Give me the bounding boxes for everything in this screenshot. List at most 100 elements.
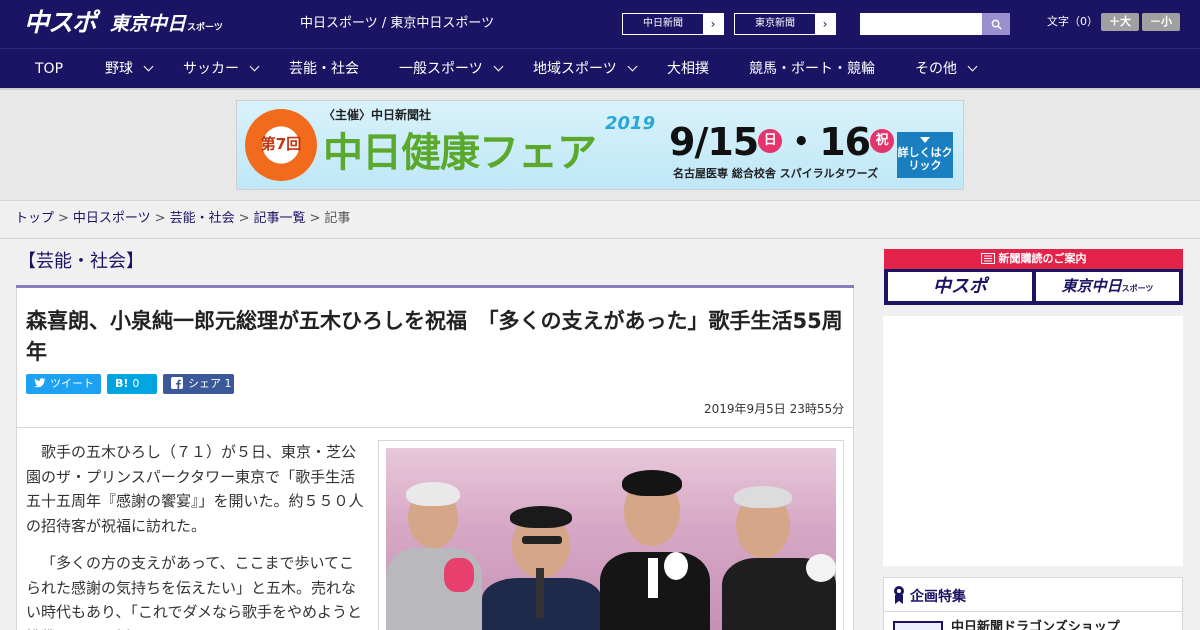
subscribe-chuspo-button[interactable]: 中スポ <box>888 272 1032 301</box>
feature-item-link[interactable]: 中日新聞ドラゴンズショップ <box>951 619 1120 630</box>
chunichi-shimbun-button[interactable]: 中日新聞 › <box>622 13 724 35</box>
nav-item-top[interactable]: TOP <box>35 49 63 89</box>
subscription-header: 新聞購読のご案内 <box>884 249 1183 269</box>
facebook-share-label: シェア 1 <box>188 377 232 390</box>
subscribe-tokyo-sub: スポーツ <box>1121 284 1154 293</box>
article-paragraph: 「多くの方の支えがあって、ここまで歩いてこられた感謝の気持ちを伝えたい」と五木。… <box>26 554 363 630</box>
font-size-label: 文字（0） <box>1047 15 1098 28</box>
feature-divider <box>884 611 1182 612</box>
hatena-button[interactable]: B! 0 <box>107 374 157 394</box>
breadcrumb-top[interactable]: トップ <box>15 211 54 226</box>
chunichi-shimbun-label: 中日新聞 <box>643 18 683 29</box>
microphone-icon <box>536 568 544 618</box>
banner-venue: 名古屋医専 総合校舎 スパイラルタワーズ <box>673 167 879 180</box>
breadcrumb-sep: > <box>154 211 166 226</box>
ribbon-icon <box>894 586 904 604</box>
banner-date: 9/15 日・16 祝 <box>669 117 895 167</box>
nav-item-keiba[interactable]: 競馬・ボート・競輪 <box>749 49 875 89</box>
banner-day-2: 祝 <box>870 128 895 153</box>
flower-corsage-icon <box>444 558 474 592</box>
breadcrumb-sep: > <box>238 211 250 226</box>
breadcrumb-current: 記事 <box>324 211 351 226</box>
sidebar-ad-slot[interactable] <box>883 316 1183 566</box>
twitter-icon <box>34 378 46 388</box>
nav-label: TOP <box>35 61 64 77</box>
newspaper-icon <box>980 253 995 264</box>
nav-item-baseball[interactable]: 野球 <box>105 49 154 89</box>
feature-thumbnail[interactable] <box>893 621 943 630</box>
tweet-label: ツイート <box>50 377 94 390</box>
banner-year: 2019 <box>605 113 656 134</box>
breadcrumb-chuspo[interactable]: 中日スポーツ <box>73 211 151 226</box>
banner-host: 〈主催〉中日新聞社 <box>323 108 432 122</box>
nav-label: その他 <box>915 61 957 77</box>
sunglasses-icon <box>522 536 562 544</box>
banner-day-1: 日 <box>758 128 783 153</box>
nav-label: 競馬・ボート・競輪 <box>749 61 875 77</box>
chevron-down-icon <box>627 61 638 72</box>
nav-item-entertainment[interactable]: 芸能・社会 <box>289 49 359 89</box>
search-button[interactable] <box>982 13 1010 35</box>
chevron-down-icon <box>143 61 154 72</box>
facebook-icon <box>171 377 183 389</box>
banner-date-1: 9/15 <box>669 120 759 164</box>
chevron-down-icon <box>493 61 504 72</box>
tokyo-shimbun-button[interactable]: 東京新聞 › <box>734 13 836 35</box>
logo-tokyo-chunichi[interactable]: 東京中日スポーツ <box>110 10 223 38</box>
article-photo[interactable] <box>386 448 836 630</box>
chevron-right-icon: › <box>703 14 723 34</box>
hatena-icon: B! <box>115 377 129 390</box>
nav-label: 芸能・社会 <box>289 61 359 77</box>
nav-label: サッカー <box>183 61 239 77</box>
banner-click-button[interactable]: 詳しくはクリック <box>897 132 953 178</box>
photo-shirt <box>648 558 658 598</box>
logo-tokyo-sub: スポーツ <box>187 23 223 33</box>
hatena-count: 0 <box>132 377 140 390</box>
nav-item-soccer[interactable]: サッカー <box>183 49 260 89</box>
nav-label: 野球 <box>105 61 133 77</box>
logo-chuspo[interactable]: 中スポ <box>24 8 102 38</box>
main-nav: TOP 野球 サッカー 芸能・社会 一般スポーツ 地域スポーツ 大相撲 競馬・ボ… <box>0 48 1200 89</box>
photo-figure <box>510 506 572 528</box>
nav-label: 大相撲 <box>667 61 709 77</box>
subscribe-tokyo-chunichi-button[interactable]: 東京中日スポーツ <box>1036 272 1179 301</box>
chevron-down-icon <box>249 61 260 72</box>
nav-label: 一般スポーツ <box>399 61 483 77</box>
health-fair-banner[interactable]: 第7回 〈主催〉中日新聞社 中日健康フェア 2019 9/15 日・16 祝 名古屋… <box>236 100 964 190</box>
nav-item-sumo[interactable]: 大相撲 <box>667 49 709 89</box>
subscribe-tokyo-main: 東京中日 <box>1061 277 1122 295</box>
tokyo-shimbun-label: 東京新聞 <box>755 18 795 29</box>
search-input[interactable] <box>860 13 982 35</box>
breadcrumb-sep: > <box>58 211 69 226</box>
breadcrumb-category[interactable]: 芸能・社会 <box>170 211 235 226</box>
breadcrumb-sep: > <box>309 211 321 226</box>
banner-event-title: 中日健康フェア <box>323 130 597 176</box>
nav-item-local-sports[interactable]: 地域スポーツ <box>533 49 638 89</box>
chevron-right-icon: › <box>815 14 835 34</box>
banner-click-label: 詳しくはクリック <box>897 146 953 172</box>
logo-tokyo-main: 東京中日 <box>110 13 187 35</box>
article-category: 【芸能・社会】 <box>18 251 144 272</box>
article-date: 2019年9月5日 23時55分 <box>704 402 845 416</box>
photo-figure <box>406 482 460 506</box>
search-icon <box>991 19 1002 30</box>
font-larger-button[interactable]: ＋大 <box>1101 13 1139 31</box>
site-name: 中日スポーツ / 東京中日スポーツ <box>300 16 495 31</box>
flower-corsage-icon <box>664 552 688 580</box>
photo-figure <box>734 486 792 508</box>
feature-title: 企画特集 <box>910 589 966 605</box>
nav-item-other[interactable]: その他 <box>915 49 978 89</box>
flower-corsage-icon <box>806 554 836 582</box>
chevron-down-icon <box>967 61 978 72</box>
nav-item-general-sports[interactable]: 一般スポーツ <box>399 49 504 89</box>
banner-badge: 第7回 <box>260 135 302 153</box>
breadcrumb-list[interactable]: 記事一覧 <box>254 211 306 226</box>
tweet-button[interactable]: ツイート <box>26 374 101 394</box>
banner-date-2: ・16 <box>782 120 871 164</box>
facebook-share-button[interactable]: シェア 1 <box>163 374 234 394</box>
article-title: 森喜朗、小泉純一郎元総理が五木ひろしを祝福 「多くの支えがあった」歌手生活55周… <box>26 309 843 364</box>
font-smaller-button[interactable]: －小 <box>1142 13 1180 31</box>
article-paragraph: 歌手の五木ひろし（７１）が５日、東京・芝公園のザ・プリンスパークタワー東京で「歌… <box>26 443 364 535</box>
photo-figure <box>622 470 682 496</box>
nav-label: 地域スポーツ <box>533 61 617 77</box>
